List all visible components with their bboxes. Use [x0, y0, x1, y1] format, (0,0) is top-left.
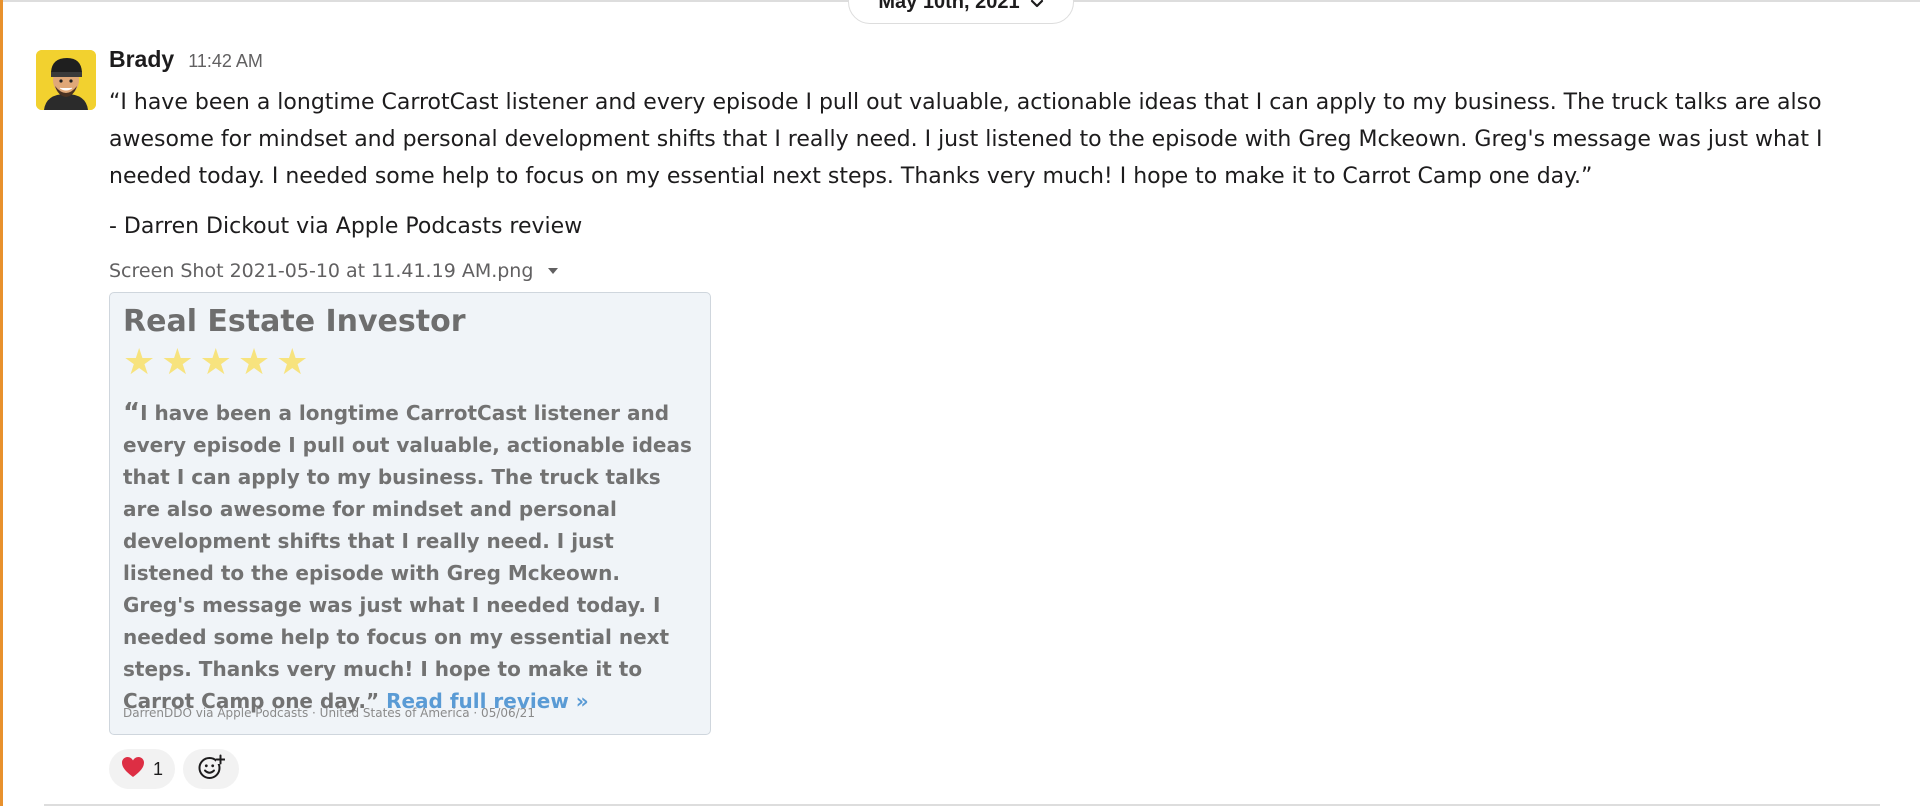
- avatar[interactable]: [36, 50, 96, 110]
- star-icon: ★: [276, 341, 309, 382]
- heart-emoji-icon: [121, 756, 145, 783]
- reaction-count: 1: [153, 758, 164, 779]
- add-reaction-button[interactable]: [183, 749, 240, 789]
- message-attribution: - Darren Dickout via Apple Podcasts revi…: [109, 214, 583, 239]
- caret-down-icon[interactable]: [547, 264, 559, 278]
- add-reaction-icon: [197, 753, 226, 786]
- message-timestamp[interactable]: 11:42 AM: [188, 51, 263, 72]
- reactions-bar: 1: [109, 749, 240, 789]
- star-icon: ★: [237, 341, 271, 382]
- attachment-header: Screen Shot 2021-05-10 at 11.41.19 AM.pn…: [109, 260, 1899, 282]
- star-icon: ★: [123, 341, 156, 382]
- review-text: “I have been a longtime CarrotCast liste…: [123, 397, 697, 717]
- attachment-filename[interactable]: Screen Shot 2021-05-10 at 11.41.19 AM.pn…: [109, 260, 533, 282]
- date-divider-label: May 10th, 2021: [878, 0, 1020, 13]
- message-author[interactable]: Brady: [109, 46, 174, 73]
- date-divider-button[interactable]: May 10th, 2021: [848, 0, 1074, 24]
- open-quote-mark: “: [123, 398, 141, 428]
- message-body: “I have been a longtime CarrotCast liste…: [109, 90, 1823, 189]
- attachment-image-preview[interactable]: Real Estate Investor ★ ★ ★ ★ ★ “I have b…: [109, 292, 711, 735]
- review-title: Real Estate Investor: [123, 304, 466, 339]
- chevron-down-icon: [1030, 0, 1044, 12]
- star-icon: ★: [199, 341, 232, 382]
- review-quote: I have been a longtime CarrotCast listen…: [123, 401, 692, 713]
- star-icon: ★: [161, 341, 194, 382]
- avatar-image: [36, 50, 96, 110]
- message: Brady 11:42 AM “I have been a longtime C…: [109, 46, 1899, 282]
- message-header: Brady 11:42 AM: [109, 46, 1899, 80]
- star-rating: ★ ★ ★ ★ ★: [123, 341, 697, 383]
- review-footer: DarrenDDO via Apple Podcasts · United St…: [123, 706, 535, 720]
- reaction-heart[interactable]: 1: [109, 749, 176, 789]
- unread-accent-bar: [0, 0, 3, 806]
